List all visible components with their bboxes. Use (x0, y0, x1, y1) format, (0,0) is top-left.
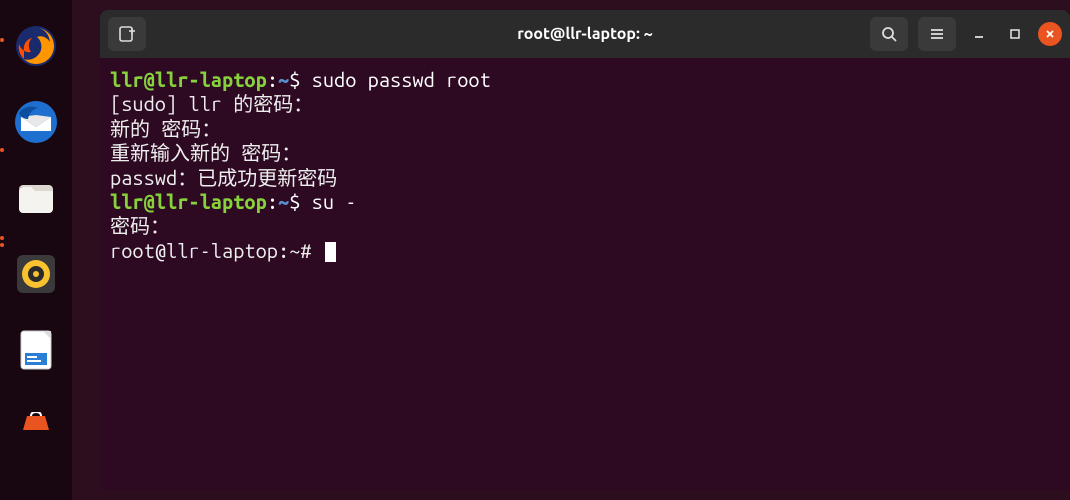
minimize-button[interactable] (966, 21, 992, 47)
libreoffice-writer-icon[interactable] (10, 324, 62, 376)
terminal-line: root@llr-laptop:~# (110, 239, 1060, 263)
terminal-line: [sudo] llr 的密码： (110, 92, 1060, 116)
terminal-line: passwd：已成功更新密码 (110, 166, 1060, 190)
rhythmbox-icon[interactable] (10, 248, 62, 300)
files-icon[interactable] (10, 172, 62, 224)
terminal-line: 密码： (110, 214, 1060, 238)
close-button[interactable] (1038, 22, 1062, 46)
terminal-line: 新的 密码： (110, 117, 1060, 141)
terminal-line: llr@llr-laptop:~$ su - (110, 190, 1060, 214)
search-button[interactable] (870, 17, 908, 51)
new-tab-button[interactable] (108, 17, 146, 51)
ubuntu-dock (0, 0, 72, 500)
terminal-output[interactable]: llr@llr-laptop:~$ sudo passwd root[sudo]… (100, 58, 1070, 490)
window-titlebar: root@llr-laptop: ~ (100, 10, 1070, 58)
terminal-line: llr@llr-laptop:~$ sudo passwd root (110, 68, 1060, 92)
menu-button[interactable] (918, 17, 956, 51)
maximize-button[interactable] (1002, 21, 1028, 47)
terminal-line: 重新输入新的 密码： (110, 141, 1060, 165)
ubuntu-software-icon[interactable] (10, 396, 62, 448)
workspace: root@llr-laptop: ~ (72, 0, 1070, 500)
thunderbird-icon[interactable] (10, 96, 62, 148)
firefox-icon[interactable] (10, 20, 62, 72)
